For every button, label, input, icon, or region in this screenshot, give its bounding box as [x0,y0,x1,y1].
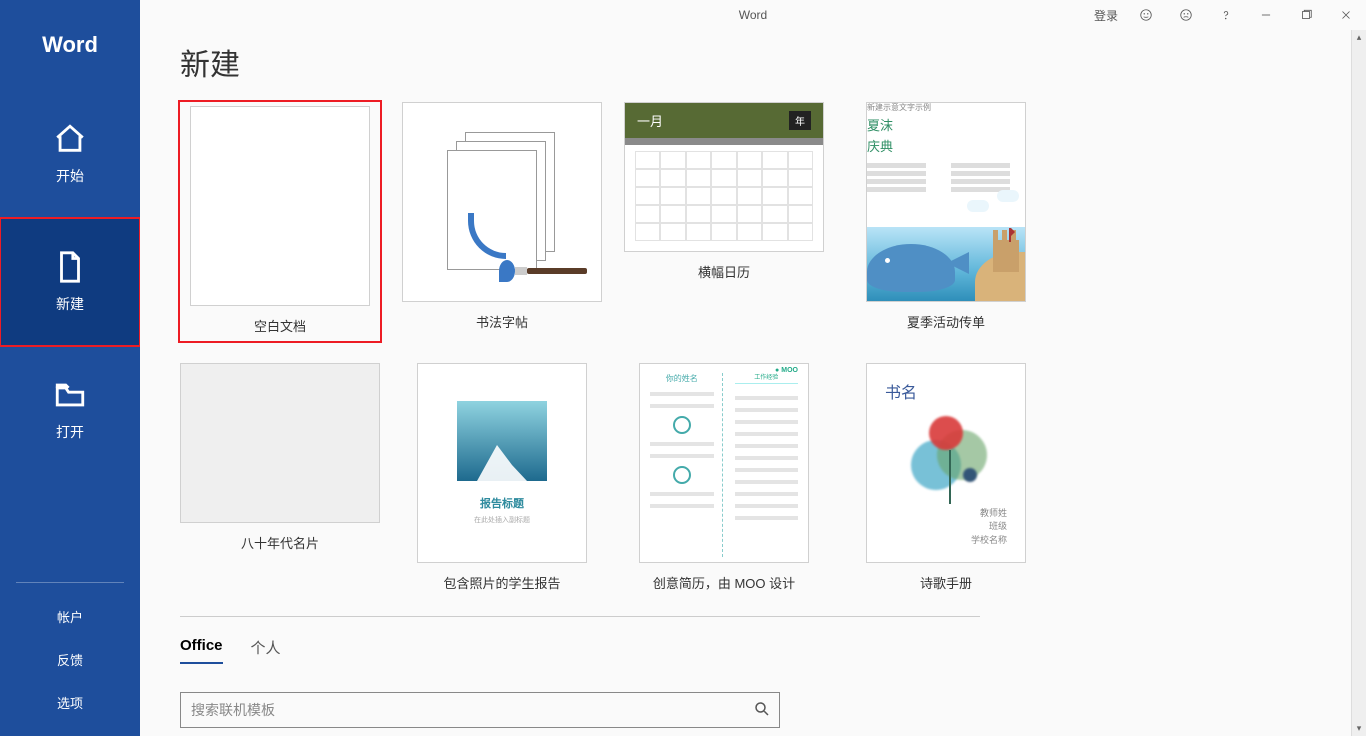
face-frown-icon[interactable] [1166,0,1206,30]
maximize-button[interactable] [1286,0,1326,30]
nav-new[interactable]: 新建 [0,218,140,346]
template-student-report[interactable]: 报告标题 在此处插入副标题 包含照片的学生报告 [402,363,602,592]
scroll-up-icon[interactable]: ▴ [1357,32,1362,43]
close-button[interactable] [1326,0,1366,30]
template-blank-label: 空白文档 [254,316,306,341]
nav-open[interactable]: 打开 [0,346,140,474]
signin-button[interactable]: 登录 [1086,7,1126,24]
content-area: 新建 空白文档 书法字帖 [140,30,1366,736]
calendar-month: 一月 [637,111,663,130]
search-button[interactable] [753,700,771,721]
template-summer-flyer-label: 夏季活动传单 [907,312,985,331]
tab-personal[interactable]: 个人 [251,637,281,664]
window-title: Word [739,8,767,22]
titlebar: Word 登录 [140,0,1366,30]
template-calendar-label: 横幅日历 [698,262,750,281]
section-divider [180,616,980,617]
sidebar: Word 开始 新建 打开 帐户 反馈 选项 [0,0,140,736]
template-eighties-card-label: 八十年代名片 [241,533,319,552]
nav-account[interactable]: 帐户 [0,595,140,638]
nav-new-label: 新建 [56,294,84,314]
home-icon [53,122,87,156]
sidebar-divider [16,582,124,583]
template-source-tabs: Office 个人 [180,637,1326,664]
face-smile-icon[interactable] [1126,0,1166,30]
search-input[interactable] [191,702,753,718]
folder-open-icon [53,378,87,412]
main-pane: Word 登录 新建 空白文档 [140,0,1366,736]
template-eighties-card[interactable]: 路凯 CEO Contoso 上海市黄浦区 5678 号 邮编:200000 0… [180,363,380,592]
template-calligraphy-label: 书法字帖 [476,312,528,331]
nav-home[interactable]: 开始 [0,90,140,218]
tab-office[interactable]: Office [180,637,223,664]
template-poetry-label: 诗歌手册 [920,573,972,592]
calendar-year-label: 年 [789,111,811,130]
nav-home-label: 开始 [56,166,84,186]
template-banner-calendar[interactable]: 一月 年 横幅日历 [624,102,824,341]
document-icon [53,250,87,284]
scroll-down-icon[interactable]: ▾ [1357,723,1362,734]
template-poetry-handbook[interactable]: 书名 教师姓 班级 学校名称 诗歌手册 [846,363,1046,592]
template-summer-flyer[interactable]: 新建示意文字示例 夏沫 庆典 夏季活动传单 [846,102,1046,341]
help-icon[interactable] [1206,0,1246,30]
nav-options[interactable]: 选项 [0,681,140,724]
templates-grid: 空白文档 书法字帖 一月 [180,102,1326,592]
app-brand: Word [0,0,140,90]
vertical-scrollbar[interactable]: ▴ ▾ [1351,30,1366,736]
template-moo-resume[interactable]: MOO 你的姓名 工作经验 [624,363,824,592]
template-blank-thumb [190,106,370,306]
search-icon [753,700,771,718]
nav-open-label: 打开 [56,422,84,442]
template-moo-resume-label: 创意简历，由 MOO 设计 [653,573,795,592]
minimize-button[interactable] [1246,0,1286,30]
page-title: 新建 [180,40,1326,84]
nav-feedback[interactable]: 反馈 [0,638,140,681]
template-calligraphy-thumb [402,102,602,302]
template-student-report-label: 包含照片的学生报告 [443,573,560,592]
template-search[interactable] [180,692,780,728]
template-blank-document[interactable]: 空白文档 [180,102,380,341]
template-calligraphy[interactable]: 书法字帖 [402,102,602,341]
